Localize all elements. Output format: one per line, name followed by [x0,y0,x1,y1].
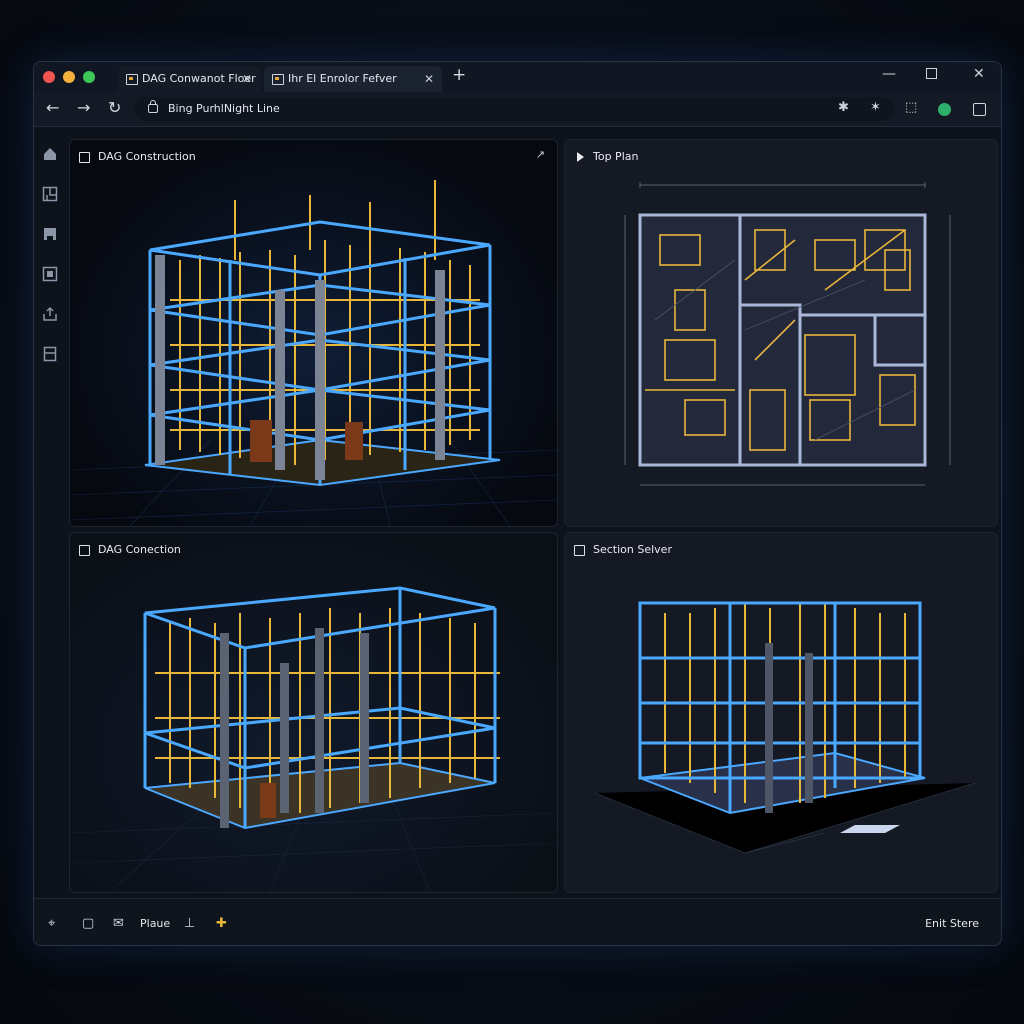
left-sidebar [34,127,67,897]
document-icon[interactable] [42,346,58,362]
tab-label: DAG Conwanot Floer [142,72,256,85]
play-icon[interactable] [577,152,584,162]
bookmark-star-icon[interactable]: ✶ [870,100,881,115]
back-arrow-icon[interactable]: ← [46,98,59,117]
forward-arrow-icon[interactable]: → [77,98,90,117]
export-icon[interactable] [42,306,58,322]
mail-icon[interactable]: ✉ [113,916,124,931]
panel-icon [79,545,90,556]
exit-store-button[interactable]: Enit Stere [925,917,979,930]
comment-icon[interactable]: ▢ [82,916,94,931]
panel-title: Top Plan [593,150,639,163]
reload-icon[interactable]: ↻ [108,98,121,117]
viewport-top-plan[interactable]: Top Plan [564,139,998,527]
menu-square-icon[interactable] [973,103,986,116]
panel-icon [574,545,585,556]
restore-icon[interactable] [926,68,937,79]
layers-icon[interactable] [42,266,58,282]
close-icon[interactable]: ✕ [973,66,985,82]
profile-avatar[interactable] [938,103,951,116]
tab-label: Ihr El Enrolor Fefver [288,72,397,85]
status-bar: ⌖ ▢ ✉ Plaue ⊥ ✚ Enit Stere [34,898,1001,945]
star-icon[interactable]: ✱ [838,100,849,115]
building-section-model [594,601,976,854]
extension-icon[interactable]: ⬚ [905,100,917,115]
floor-plan-drawing [624,182,951,486]
new-tab-icon[interactable]: + [452,65,466,85]
panel-title: Section Selver [593,543,672,556]
navigate-icon[interactable]: ⌖ [48,916,55,931]
address-text: Bing PurhlNight Line [168,102,280,115]
status-label[interactable]: Plaue [140,917,170,930]
maximize-window-button[interactable] [83,71,95,83]
address-bar[interactable]: Bing PurhlNight Line [134,97,894,121]
viewport-section-selver[interactable]: Section Selver [564,532,998,893]
title-bar: DAG Conwanot Floer ✕ Ihr El Enrolor Fefv… [34,62,1001,92]
tab-enrolor[interactable]: Ihr El Enrolor Fefver ✕ [264,66,442,92]
tab-dag-floor[interactable]: DAG Conwanot Floer ✕ [118,66,260,92]
panel-icon [79,152,90,163]
building-3d-model [70,586,557,892]
floorplan-icon[interactable] [42,186,58,202]
tab-favicon-icon [126,74,138,85]
home-icon[interactable] [42,146,58,162]
lock-icon [148,100,158,113]
measure-icon[interactable]: ⊥ [184,916,195,931]
minimize-icon[interactable]: — [882,66,896,82]
minimize-window-button[interactable] [63,71,75,83]
panel-title: DAG Construction [98,150,196,163]
cube-icon[interactable] [42,226,58,242]
pointer-icon[interactable]: ↗ [536,148,545,161]
browser-window: DAG Conwanot Floer ✕ Ihr El Enrolor Fefv… [33,61,1002,946]
browser-toolbar: ← → ↻ Bing PurhlNight Line ✱ ✶ ⬚ [34,92,1001,127]
building-3d-model [70,180,557,526]
tab-close-icon[interactable]: ✕ [242,66,252,92]
close-window-button[interactable] [43,71,55,83]
viewport-dag-connection[interactable]: DAG Conection [69,532,558,893]
tab-favicon-icon [272,74,284,85]
tab-close-icon[interactable]: ✕ [424,66,434,92]
panel-title: DAG Conection [98,543,181,556]
add-icon[interactable]: ✚ [216,916,227,931]
viewport-dag-construction[interactable]: DAG Construction ↗ [69,139,558,527]
